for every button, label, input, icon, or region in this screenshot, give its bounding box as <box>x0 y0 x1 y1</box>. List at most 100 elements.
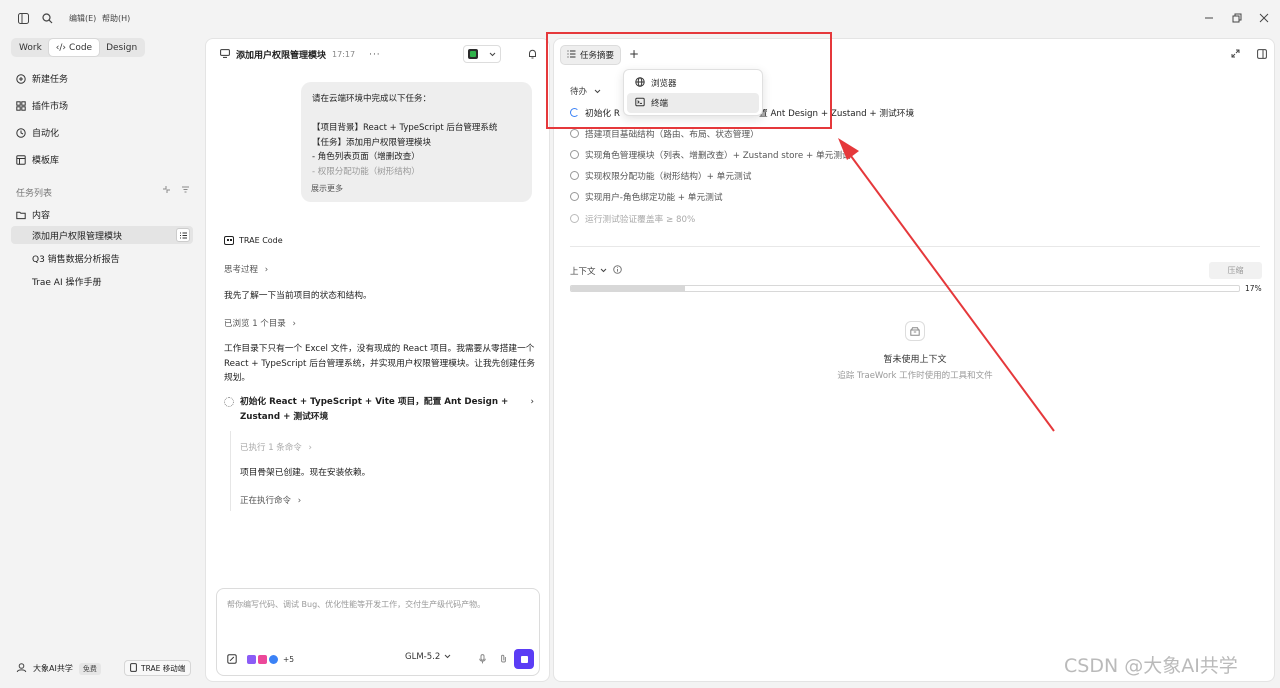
dropdown-item-label: 浏览器 <box>651 79 677 89</box>
trae-logo-icon <box>224 236 234 245</box>
search-icon[interactable] <box>40 11 54 25</box>
thinking-toggle[interactable]: 思考过程 › <box>224 263 268 275</box>
chat-input[interactable] <box>227 599 527 629</box>
todo-item-1[interactable]: 初始化 R 置 Ant Design + Zustand + 测试环境 <box>570 106 914 119</box>
plugin-icon <box>16 100 26 111</box>
image-tool-icon <box>258 654 267 664</box>
empty-state-subtitle: 追踪 TraeWork 工作时使用的工具和文件 <box>837 371 993 381</box>
mode-design-button[interactable]: Design <box>99 39 144 56</box>
user-profile[interactable]: 大象AI共学 免费 <box>16 662 101 675</box>
task-item-q3-report[interactable]: Q3 销售数据分析报告 <box>11 249 193 267</box>
chat-header: 添加用户权限管理模块 17:17 ··· <box>220 48 381 61</box>
spinner-icon <box>570 108 579 117</box>
context-header[interactable]: 上下文 <box>570 265 622 277</box>
assistant-name: TRAE Code <box>239 236 283 245</box>
chat-panel: 添加用户权限管理模块 17:17 ··· 请在云端环境中完成以下任务： 【项目背… <box>205 38 550 682</box>
nav-label: 新建任务 <box>32 75 69 85</box>
running-label: 正在执行命令 <box>240 496 292 506</box>
microphone-icon[interactable] <box>479 654 486 667</box>
menu-help[interactable]: 帮助(H) <box>102 13 130 24</box>
more-tools-count[interactable]: +5 <box>283 655 294 664</box>
user-message-line: 【项目背景】React + TypeScript 后台管理系统 <box>312 123 498 133</box>
sidebar-toggle-icon[interactable] <box>16 11 30 25</box>
list-icon <box>567 50 576 61</box>
circle-icon <box>570 129 579 138</box>
stop-generation-button[interactable] <box>514 649 534 669</box>
dropdown-item-terminal[interactable]: 终端 <box>627 93 759 113</box>
todo-text-visible: 初始化 R <box>585 109 620 119</box>
close-icon[interactable] <box>1258 12 1270 24</box>
task-item-trae-manual[interactable]: Trae AI 操作手册 <box>11 272 193 290</box>
nav-new-task[interactable]: 新建任务 <box>16 72 68 85</box>
browsed-label: 已浏览 1 个目录 <box>224 319 286 329</box>
nav-automation[interactable]: 自动化 <box>16 126 59 139</box>
compress-button[interactable]: 压缩 <box>1209 262 1262 279</box>
chevron-right-icon: › <box>264 265 269 275</box>
context-progress-fill <box>571 286 685 291</box>
chat-title: 添加用户权限管理模块 <box>236 51 327 61</box>
terminal-toggle-button[interactable] <box>463 45 501 63</box>
todo-item-6[interactable]: 运行测试验证覆盖率 ≥ 80% <box>570 212 695 225</box>
terminal-icon <box>468 49 478 59</box>
add-tab-button[interactable]: + <box>629 47 639 61</box>
restore-icon[interactable] <box>1231 12 1243 24</box>
collapse-icon[interactable] <box>162 185 171 197</box>
tool-chips[interactable] <box>247 654 278 664</box>
bell-icon[interactable] <box>528 49 537 62</box>
nav-plugin-market[interactable]: 插件市场 <box>16 99 68 112</box>
step-timeline <box>230 431 231 511</box>
mode-work-button[interactable]: Work <box>12 39 49 56</box>
browsed-directory-toggle[interactable]: 已浏览 1 个目录 › <box>224 317 296 329</box>
split-panel-icon[interactable] <box>1257 49 1267 62</box>
empty-state-title: 暂未使用上下文 <box>883 355 947 365</box>
todo-item-3[interactable]: 实现角色管理模块（列表、增删改查）+ Zustand store + 单元测试 <box>570 148 851 161</box>
stop-icon <box>520 655 528 663</box>
section-divider <box>570 246 1260 247</box>
phone-icon <box>130 662 137 674</box>
box-icon <box>905 321 925 341</box>
mobile-app-button[interactable]: TRAE 移动端 <box>124 660 192 676</box>
more-options-icon[interactable]: ··· <box>369 50 381 60</box>
info-icon[interactable] <box>612 265 622 277</box>
mode-code-button[interactable]: ‹/› Code <box>48 39 100 56</box>
title-bar: 编辑(E) 帮助(H) <box>0 0 1280 36</box>
attachment-icon[interactable] <box>500 654 507 667</box>
menu-edit[interactable]: 编辑(E) <box>69 13 96 24</box>
task-step-card[interactable]: 初始化 React + TypeScript + Vite 项目，配置 Ant … <box>224 395 534 424</box>
user-message-line: 请在云端环境中完成以下任务： <box>312 94 432 104</box>
running-command-toggle[interactable]: 正在执行命令 › <box>240 494 301 506</box>
todo-item-2[interactable]: 搭建项目基础结构（路由、布局、状态管理） <box>570 127 759 140</box>
todo-header[interactable]: 待办 <box>570 85 601 97</box>
show-more-link[interactable]: 展示更多 <box>311 183 343 194</box>
user-message-line: 【任务】添加用户权限管理模块 <box>312 137 432 148</box>
chevron-down-icon <box>594 87 601 97</box>
mode-switch: Work ‹/› Code Design <box>11 38 146 57</box>
context-icon[interactable] <box>227 654 237 664</box>
minimize-icon[interactable] <box>1203 12 1215 24</box>
circle-icon <box>570 214 579 223</box>
expand-icon[interactable] <box>1231 49 1240 61</box>
globe-icon <box>635 76 645 90</box>
nav-label: 模板库 <box>32 156 60 166</box>
tab-task-summary[interactable]: 任务摘要 <box>560 45 622 65</box>
clock-icon <box>16 127 26 138</box>
nav-template-library[interactable]: 模板库 <box>16 153 59 166</box>
task-item-permission-module[interactable]: 添加用户权限管理模块 <box>11 226 193 244</box>
model-selector[interactable]: GLM-5.2 <box>405 652 451 662</box>
context-progress-bar <box>570 285 1240 292</box>
todo-item-4[interactable]: 实现权限分配功能（树形结构）+ 单元测试 <box>570 169 751 182</box>
task-label: Q3 销售数据分析报告 <box>32 254 120 265</box>
executed-command-toggle[interactable]: 已执行 1 条命令 › <box>240 441 312 453</box>
assistant-message: 工作目录下只有一个 Excel 文件，没有现成的 React 项目。我需要从零搭… <box>224 344 536 383</box>
task-list-icon[interactable] <box>176 228 190 242</box>
template-icon <box>16 154 26 165</box>
filter-icon[interactable] <box>181 185 190 197</box>
chevron-down-icon <box>444 652 451 662</box>
folder-label: 内容 <box>32 211 51 221</box>
dropdown-item-browser[interactable]: 浏览器 <box>627 73 759 93</box>
chevron-down-icon <box>489 49 496 60</box>
user-message-line: - 权限分配功能（树形结构） <box>312 166 420 177</box>
folder-content[interactable]: 内容 <box>16 208 50 221</box>
todo-item-5[interactable]: 实现用户-角色绑定功能 + 单元测试 <box>570 190 723 203</box>
terminal-icon <box>635 97 645 110</box>
